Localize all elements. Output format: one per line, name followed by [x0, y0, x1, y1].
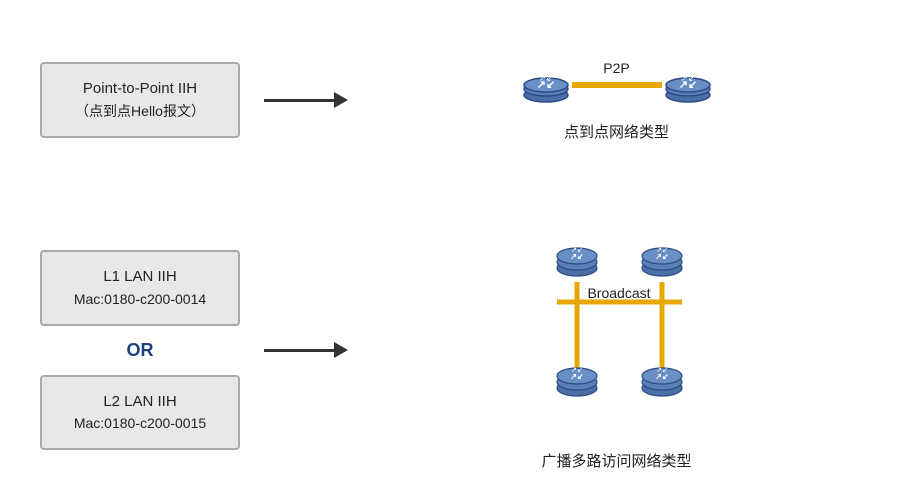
- p2p-title: Point-to-Point IIH: [62, 78, 218, 101]
- svg-text:↗↙: ↗↙: [571, 367, 583, 374]
- p2p-arrow: [264, 92, 348, 108]
- p2p-link-line: P2P: [572, 82, 662, 88]
- l2-label-box: L2 LAN IIH Mac:0180-c200-0015: [40, 375, 240, 451]
- svg-text:↗↙: ↗↙: [571, 247, 583, 254]
- l2-mac: Mac:0180-c200-0015: [62, 413, 218, 434]
- svg-text:↗↙: ↗↙: [538, 73, 553, 83]
- l1-title: L1 LAN IIH: [62, 266, 218, 289]
- svg-text:↗↙: ↗↙: [680, 73, 695, 83]
- p2p-diagram: ↗↙ ↗↙ P2P ↗↙ ↗↙: [520, 59, 714, 111]
- l1-mac: Mac:0180-c200-0014: [62, 289, 218, 310]
- arrow-line-2: [264, 349, 334, 352]
- router-icon-right: ↗↙ ↗↙: [662, 59, 714, 111]
- svg-text:↗↙: ↗↙: [656, 247, 668, 254]
- broadcast-caption: 广播多路访问网络类型: [541, 450, 691, 471]
- broadcast-text-svg: Broadcast: [587, 285, 650, 301]
- p2p-subtitle: （点到点Hello报文）: [62, 101, 218, 122]
- broadcast-network-area: ↗↙ ↗↙ ↗↙ ↗↙ Broadcast ↗↙ ↗↙: [372, 230, 861, 471]
- l1-label-box: L1 LAN IIH Mac:0180-c200-0014: [40, 250, 240, 326]
- l2-title: L2 LAN IIH: [62, 391, 218, 414]
- left-boxes: L1 LAN IIH Mac:0180-c200-0014 OR L2 LAN …: [40, 250, 240, 450]
- arrow-shape-2: [264, 342, 348, 358]
- arrow-head-2: [334, 342, 348, 358]
- bottom-section: L1 LAN IIH Mac:0180-c200-0014 OR L2 LAN …: [0, 200, 901, 500]
- broadcast-arrow: [264, 342, 348, 358]
- broadcast-svg: ↗↙ ↗↙ ↗↙ ↗↙ Broadcast ↗↙ ↗↙: [497, 230, 737, 440]
- svg-text:↗↙: ↗↙: [656, 367, 668, 374]
- p2p-link-label: P2P: [603, 60, 629, 76]
- p2p-label-box: Point-to-Point IIH （点到点Hello报文）: [40, 62, 240, 138]
- or-label: OR: [127, 340, 154, 361]
- diagram-container: Point-to-Point IIH （点到点Hello报文）: [0, 0, 901, 500]
- p2p-top-network: ↗↙ ↗↙ P2P ↗↙ ↗↙ 点: [520, 59, 714, 142]
- p2p-network-area: ↗↙ ↗↙ P2P ↗↙ ↗↙ 点: [372, 59, 861, 142]
- arrow-shape: [264, 92, 348, 108]
- p2p-caption: 点到点网络类型: [564, 121, 669, 142]
- top-section: Point-to-Point IIH （点到点Hello报文）: [0, 0, 901, 200]
- arrow-head: [334, 92, 348, 108]
- arrow-line: [264, 99, 334, 102]
- broadcast-diagram-wrapper: ↗↙ ↗↙ ↗↙ ↗↙ Broadcast ↗↙ ↗↙: [497, 230, 737, 471]
- router-icon-left: ↗↙ ↗↙: [520, 59, 572, 111]
